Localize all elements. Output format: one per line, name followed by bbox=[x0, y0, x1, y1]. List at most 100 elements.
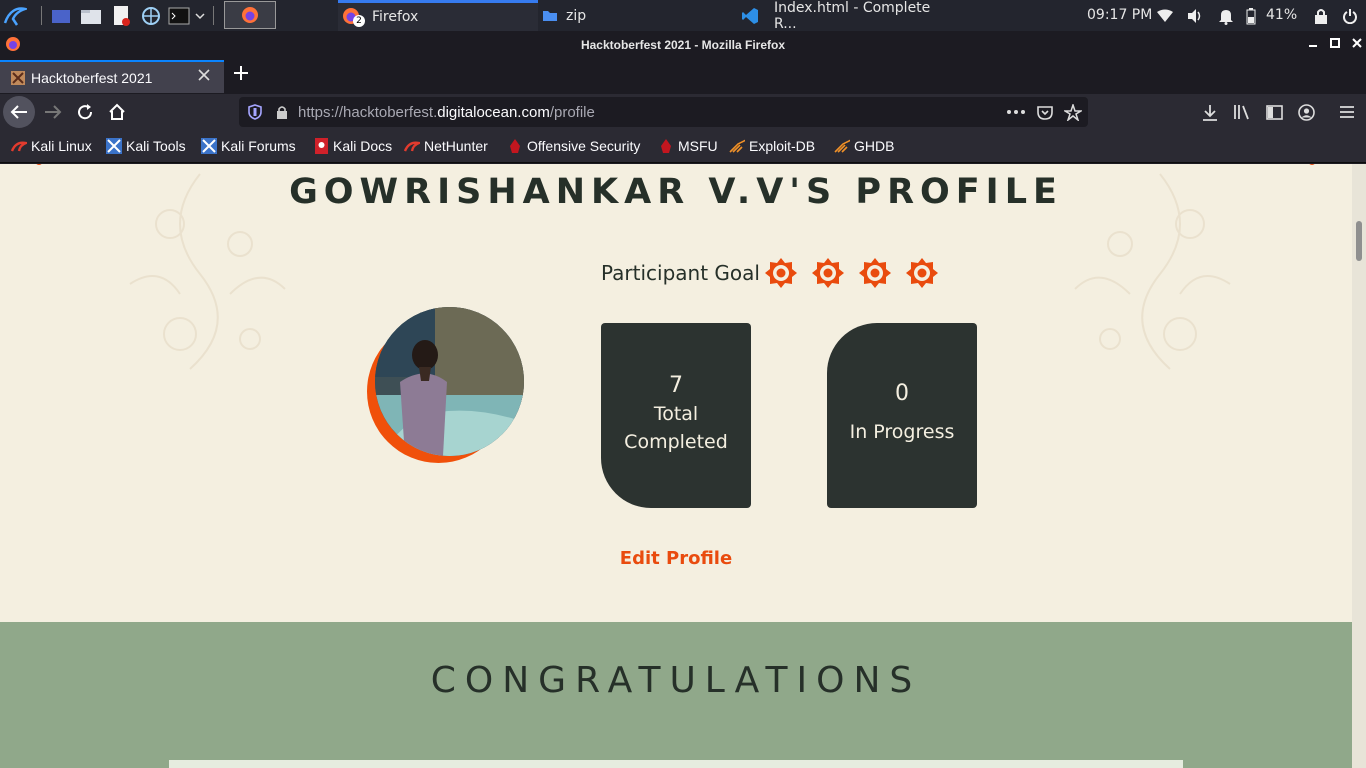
bookmark-kali-docs[interactable]: Kali Docs bbox=[313, 138, 392, 154]
participant-goal: Participant Goal bbox=[601, 255, 951, 291]
task-zip[interactable]: zip bbox=[538, 0, 734, 31]
task-firefox[interactable]: 2 Firefox bbox=[338, 0, 538, 31]
kali-menu-icon[interactable] bbox=[2, 3, 28, 29]
congratulations-card bbox=[169, 760, 1183, 768]
kali-dragon-icon bbox=[11, 138, 27, 154]
firefox-icon: 2 bbox=[342, 7, 365, 27]
reload-icon bbox=[78, 104, 93, 120]
wifi-icon[interactable] bbox=[1155, 6, 1175, 26]
downloads-icon[interactable] bbox=[1199, 101, 1221, 123]
bookmark-label: GHDB bbox=[854, 138, 895, 154]
firefox-icon bbox=[242, 7, 258, 23]
new-tab-button[interactable] bbox=[228, 61, 254, 91]
volume-icon[interactable] bbox=[1185, 6, 1205, 26]
bookmark-star-icon[interactable] bbox=[1063, 102, 1083, 122]
desktop-icon[interactable] bbox=[48, 3, 74, 29]
bookmark-exploit-db[interactable]: Exploit-DB bbox=[729, 138, 815, 154]
nethunter-icon bbox=[404, 138, 420, 154]
ghdb-icon bbox=[834, 138, 850, 154]
bookmark-offensive-security[interactable]: Offensive Security bbox=[507, 138, 640, 154]
battery-icon[interactable] bbox=[1244, 6, 1258, 26]
pocket-icon[interactable] bbox=[1035, 102, 1055, 122]
arrow-right-icon bbox=[45, 105, 62, 119]
bookmark-label: Kali Forums bbox=[221, 138, 296, 154]
bookmark-msfu[interactable]: MSFU bbox=[658, 138, 718, 154]
bookmark-label: Kali Docs bbox=[333, 138, 393, 154]
edit-profile-link[interactable]: Edit Profile bbox=[0, 548, 1352, 569]
text-editor-icon[interactable] bbox=[108, 3, 134, 29]
tracking-shield-icon[interactable] bbox=[245, 102, 265, 122]
clock[interactable]: 09:17 PM bbox=[1087, 7, 1152, 23]
bookmark-label: NetHunter bbox=[424, 138, 488, 154]
url-text: https://hacktoberfest.digitalocean.com/p… bbox=[298, 104, 595, 121]
exploit-db-icon bbox=[729, 138, 745, 154]
hamburger-menu-icon[interactable] bbox=[1336, 101, 1358, 123]
page-scrollbar[interactable] bbox=[1352, 164, 1366, 768]
congratulations-heading: CONGRATULATIONS bbox=[430, 660, 922, 701]
maximize-icon[interactable] bbox=[1327, 36, 1343, 52]
arrow-left-icon bbox=[10, 105, 27, 119]
total-completed-count: 7 bbox=[669, 373, 683, 398]
home-icon bbox=[109, 103, 125, 120]
page-viewport: GOWRISHANKAR V.V'S PROFILE Participant G… bbox=[0, 164, 1352, 768]
url-prefix: https://hacktoberfest. bbox=[298, 104, 438, 121]
goal-flower-icon bbox=[905, 258, 938, 288]
task-vscode[interactable]: Index.html - Complete R... bbox=[737, 0, 947, 32]
avatar bbox=[375, 307, 524, 456]
home-button[interactable] bbox=[101, 96, 133, 128]
file-manager-icon[interactable] bbox=[78, 3, 104, 29]
plus-icon bbox=[234, 66, 248, 80]
account-icon[interactable] bbox=[1295, 101, 1317, 123]
reload-button[interactable] bbox=[69, 96, 101, 128]
taskbar-separator bbox=[213, 6, 214, 25]
window-count-badge: 2 bbox=[353, 15, 365, 27]
in-progress-label: In Progress bbox=[849, 421, 955, 443]
url-domain: digitalocean.com bbox=[437, 104, 550, 121]
tab-hacktoberfest[interactable]: Hacktoberfest 2021 bbox=[0, 60, 224, 93]
task-label: Index.html - Complete R... bbox=[773, 0, 931, 32]
lock-icon[interactable] bbox=[1311, 6, 1331, 26]
in-progress-card: 0 In Progress bbox=[827, 323, 977, 508]
bookmark-label: Offensive Security bbox=[527, 138, 641, 154]
url-bar[interactable]: https://hacktoberfest.digitalocean.com/p… bbox=[239, 97, 1088, 127]
scrollbar-thumb[interactable] bbox=[1356, 221, 1362, 261]
chevron-down-icon[interactable] bbox=[190, 3, 210, 29]
library-icon[interactable] bbox=[1231, 101, 1253, 123]
offsec-icon bbox=[507, 138, 523, 154]
goal-label: Participant Goal bbox=[601, 261, 760, 285]
tab-strip: Hacktoberfest 2021 bbox=[0, 58, 1366, 94]
tab-title: Hacktoberfest 2021 bbox=[31, 70, 153, 86]
notification-bell-icon[interactable] bbox=[1216, 6, 1236, 26]
msfu-icon bbox=[658, 138, 674, 154]
bookmark-kali-tools[interactable]: Kali Tools bbox=[106, 138, 186, 154]
sidebar-icon[interactable] bbox=[1263, 101, 1285, 123]
firefox-launcher[interactable] bbox=[224, 1, 276, 29]
goal-flower-icon bbox=[811, 258, 844, 288]
bookmark-ghdb[interactable]: GHDB bbox=[834, 138, 894, 154]
web-browser-icon[interactable] bbox=[138, 3, 164, 29]
kali-forums-icon bbox=[201, 138, 217, 154]
folder-icon bbox=[543, 11, 557, 21]
forward-button[interactable] bbox=[37, 96, 69, 128]
url-path: /profile bbox=[549, 104, 595, 121]
vscode-icon bbox=[742, 7, 758, 24]
task-label: zip bbox=[566, 7, 587, 24]
bookmarks-toolbar: Kali Linux Kali Tools Kali Forums Kali D… bbox=[0, 130, 1366, 163]
terminal-icon[interactable] bbox=[166, 3, 192, 29]
close-tab-icon[interactable] bbox=[198, 68, 210, 86]
close-window-icon[interactable] bbox=[1349, 36, 1365, 52]
page-actions-icon[interactable] bbox=[1006, 102, 1026, 122]
total-completed-card: 7 Total Completed bbox=[601, 323, 751, 508]
bookmark-nethunter[interactable]: NetHunter bbox=[404, 138, 488, 154]
bookmark-kali-linux[interactable]: Kali Linux bbox=[11, 138, 92, 154]
padlock-icon[interactable] bbox=[272, 102, 292, 122]
bookmark-label: Kali Linux bbox=[31, 138, 92, 154]
back-button[interactable] bbox=[3, 96, 35, 128]
bookmark-label: Exploit-DB bbox=[749, 138, 816, 154]
task-label: Firefox bbox=[372, 9, 419, 25]
minimize-icon[interactable] bbox=[1305, 36, 1321, 52]
power-icon[interactable] bbox=[1340, 6, 1360, 26]
kali-tools-icon bbox=[106, 138, 122, 154]
bookmark-kali-forums[interactable]: Kali Forums bbox=[201, 138, 296, 154]
in-progress-count: 0 bbox=[895, 381, 909, 406]
